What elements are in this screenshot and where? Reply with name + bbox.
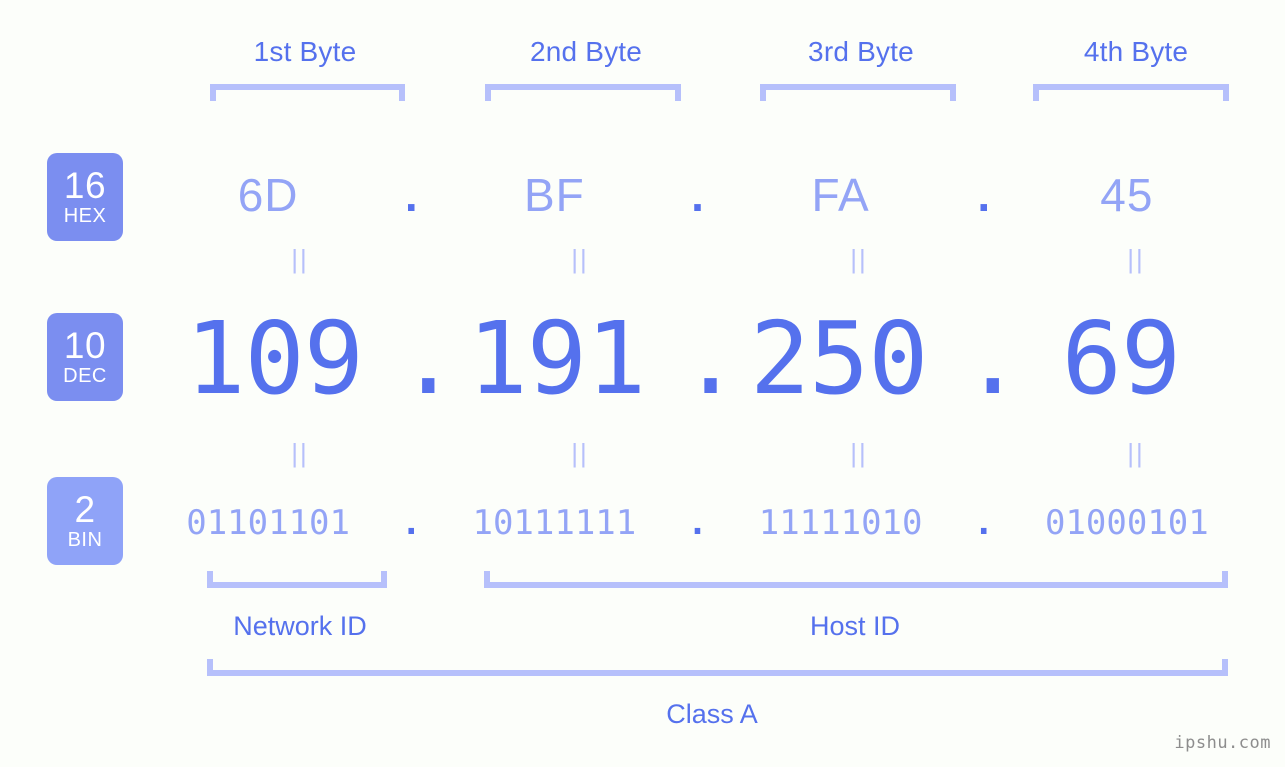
base-badge-hex-name: HEX bbox=[63, 205, 107, 227]
byte-header-label-2: 2nd Byte bbox=[529, 36, 643, 67]
binary-separator-1: . bbox=[401, 503, 422, 543]
base-badge-dec-number: 10 bbox=[63, 325, 107, 366]
decimal-octet-2: 191 bbox=[467, 300, 647, 417]
ip-address-breakdown-diagram: 1st Byte 2nd Byte 3rd Byte 4th Byte 16 H… bbox=[0, 0, 1285, 767]
host-id-label: Host ID bbox=[809, 611, 901, 641]
binary-separator-3: . bbox=[973, 503, 994, 543]
hex-octet-2: BF bbox=[523, 169, 585, 221]
decimal-octet-3: 250 bbox=[749, 300, 929, 417]
base-badge-hex-number: 16 bbox=[63, 165, 107, 206]
hex-octet-1: 6D bbox=[237, 169, 299, 221]
base-badge-dec: 10 DEC bbox=[47, 313, 123, 401]
base-badge-bin: 2 BIN bbox=[47, 477, 123, 565]
host-id-bracket bbox=[484, 571, 1228, 588]
equals-connector-hex-dec-2: || bbox=[571, 244, 589, 274]
binary-octet-3: 11111010 bbox=[758, 503, 923, 543]
site-watermark: ipshu.com bbox=[1174, 733, 1271, 753]
network-id-bracket bbox=[207, 571, 387, 588]
hex-separator-1: . bbox=[404, 169, 418, 221]
byte-bracket-4 bbox=[1033, 84, 1229, 101]
decimal-separator-1: . bbox=[398, 300, 459, 417]
hex-separator-3: . bbox=[977, 169, 991, 221]
byte-header-label-4: 4th Byte bbox=[1083, 36, 1189, 67]
hex-separator-2: . bbox=[691, 169, 704, 221]
network-id-label: Network ID bbox=[233, 611, 367, 641]
byte-header-label-1: 1st Byte bbox=[253, 36, 357, 67]
byte-header-label-3: 3rd Byte bbox=[808, 36, 914, 67]
decimal-separator-2: . bbox=[680, 300, 741, 417]
class-bracket bbox=[207, 659, 1228, 676]
base-badge-hex: 16 HEX bbox=[47, 153, 123, 241]
base-badge-dec-name: DEC bbox=[63, 365, 107, 387]
equals-connector-dec-bin-4: || bbox=[1127, 438, 1145, 468]
hex-octet-4: 45 bbox=[1100, 169, 1154, 221]
decimal-octet-1: 109 bbox=[185, 300, 364, 417]
equals-connector-hex-dec-1: || bbox=[291, 244, 309, 274]
byte-bracket-1 bbox=[210, 84, 405, 101]
decimal-octet-4: 69 bbox=[1061, 300, 1181, 417]
equals-connector-dec-bin-2: || bbox=[571, 438, 589, 468]
hex-octet-3: FA bbox=[811, 169, 870, 221]
decimal-separator-3: . bbox=[962, 300, 1023, 417]
equals-connector-dec-bin-1: || bbox=[291, 438, 309, 468]
hex-value-row: 6D . BF . FA . 45 bbox=[150, 150, 1245, 240]
equals-connector-hex-dec-3: || bbox=[850, 244, 868, 274]
binary-octet-1: 01101101 bbox=[186, 503, 350, 543]
equals-connector-dec-bin-3: || bbox=[850, 438, 868, 468]
binary-octet-2: 10111111 bbox=[472, 503, 637, 543]
byte-bracket-2 bbox=[485, 84, 681, 101]
byte-bracket-3 bbox=[760, 84, 956, 101]
binary-octet-4: 01000101 bbox=[1044, 503, 1209, 543]
class-label: Class A bbox=[666, 699, 758, 729]
equals-connector-hex-dec-4: || bbox=[1127, 244, 1145, 274]
decimal-value-row: 109 . 191 . 250 . 69 bbox=[150, 296, 1245, 422]
base-badge-bin-number: 2 bbox=[74, 489, 96, 530]
binary-value-row: 01101101 . 10111111 . 11111010 . 0100010… bbox=[150, 492, 1245, 554]
base-badge-bin-name: BIN bbox=[67, 529, 103, 551]
binary-separator-2: . bbox=[687, 503, 708, 543]
